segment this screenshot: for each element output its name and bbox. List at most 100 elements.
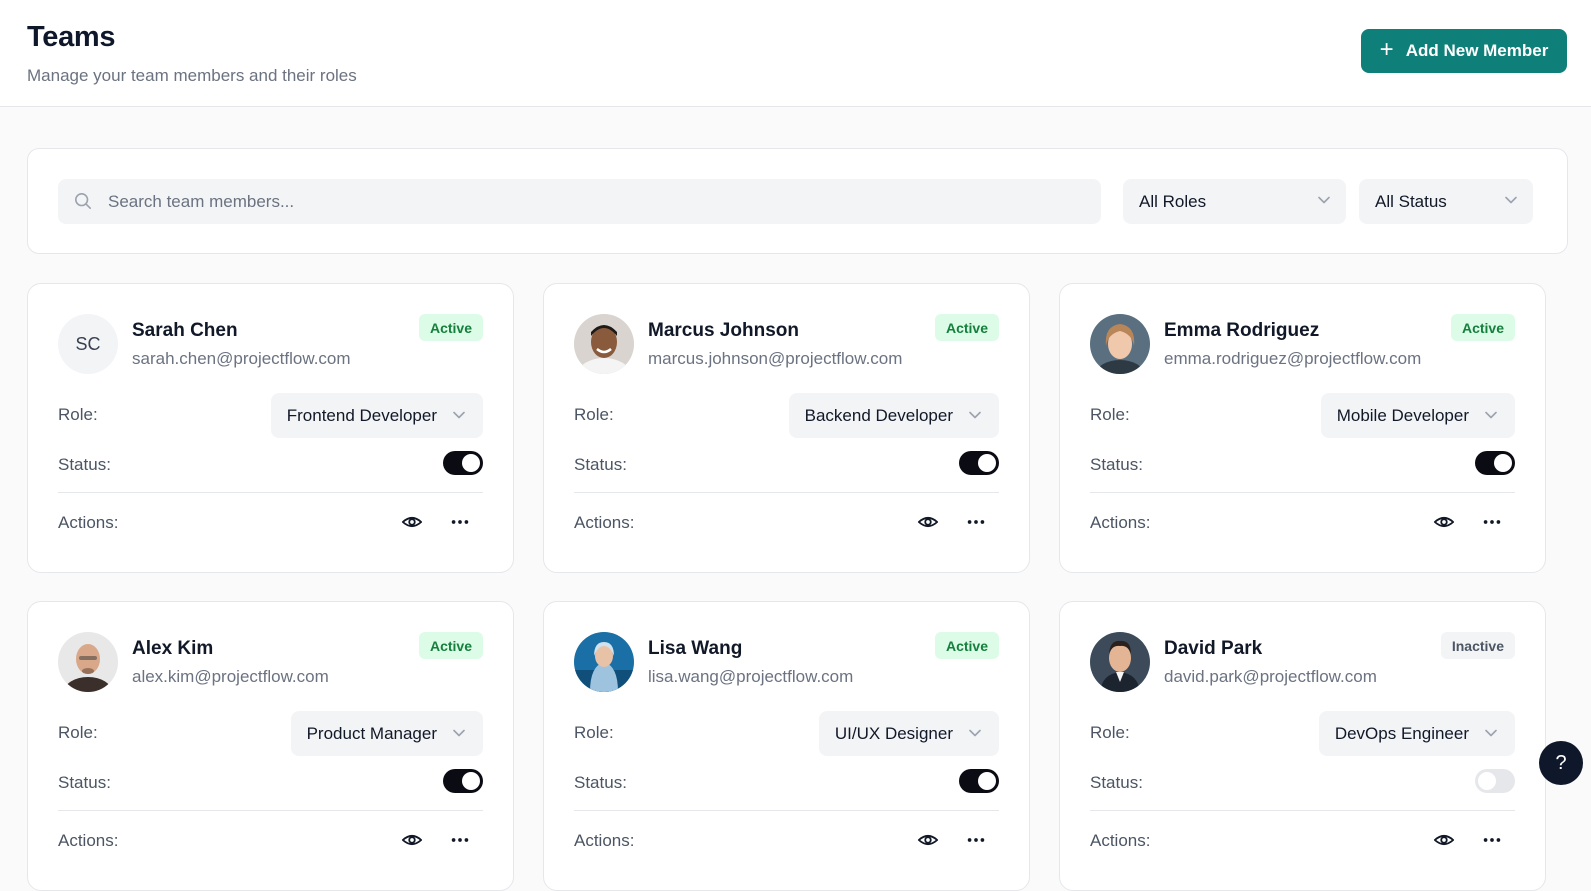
role-filter-value: All Roles <box>1139 191 1207 211</box>
avatar <box>58 632 118 692</box>
member-name: Marcus Johnson <box>648 320 799 341</box>
member-name: Lisa Wang <box>648 638 743 659</box>
avatar <box>574 314 634 374</box>
role-value: Mobile Developer <box>1336 405 1469 425</box>
page-header: Teams Manage your team members and their… <box>0 0 1591 107</box>
role-value: UI/UX Designer <box>834 723 953 743</box>
add-new-member-label: Add New Member <box>1405 41 1549 60</box>
status-toggle[interactable] <box>959 769 999 793</box>
status-filter-select[interactable]: All Status <box>1359 179 1533 224</box>
status-toggle[interactable] <box>1475 769 1515 793</box>
chevron-down-icon <box>1318 196 1330 204</box>
role-label: Role: <box>58 723 98 742</box>
filter-panel: All Roles All Status <box>27 148 1568 254</box>
status-badge: Active <box>418 632 483 659</box>
member-email: david.park@projectflow.com <box>1164 667 1377 686</box>
actions-label: Actions: <box>1090 513 1151 532</box>
search-box[interactable] <box>58 179 1101 224</box>
status-filter-value: All Status <box>1375 191 1447 211</box>
chevron-down-icon <box>969 729 981 737</box>
role-select[interactable]: Mobile Developer <box>1320 393 1515 438</box>
role-select[interactable]: Frontend Developer <box>270 393 483 438</box>
divider <box>1090 810 1515 811</box>
role-label: Role: <box>574 405 614 424</box>
actions-label: Actions: <box>58 831 119 850</box>
search-icon <box>74 192 92 210</box>
role-value: Product Manager <box>306 723 437 743</box>
view-eye-icon[interactable] <box>917 511 939 533</box>
view-eye-icon[interactable] <box>1433 829 1455 851</box>
member-card: Marcus Johnson marcus.johnson@projectflow… <box>543 283 1030 573</box>
member-name: David Park <box>1164 638 1263 659</box>
avatar: SC <box>58 314 118 374</box>
divider <box>1090 492 1515 493</box>
chevron-down-icon <box>453 729 465 737</box>
chevron-down-icon <box>1505 196 1517 204</box>
search-input[interactable] <box>108 179 1068 224</box>
more-options-icon[interactable] <box>449 829 471 851</box>
member-email: emma.rodriguez@projectflow.com <box>1164 349 1422 368</box>
actions-label: Actions: <box>1090 831 1151 850</box>
status-badge: Active <box>934 632 999 659</box>
avatar <box>1090 314 1150 374</box>
divider <box>574 492 999 493</box>
more-options-icon[interactable] <box>965 511 987 533</box>
role-select[interactable]: Product Manager <box>290 711 483 756</box>
role-filter-select[interactable]: All Roles <box>1123 179 1346 224</box>
status-label: Status: <box>58 455 111 474</box>
member-email: marcus.johnson@projectflow.com <box>648 349 903 368</box>
status-label: Status: <box>58 773 111 792</box>
more-options-icon[interactable] <box>449 511 471 533</box>
role-select[interactable]: Backend Developer <box>788 393 999 438</box>
view-eye-icon[interactable] <box>401 511 423 533</box>
member-name: Alex Kim <box>132 638 214 659</box>
divider <box>574 810 999 811</box>
add-new-member-button[interactable]: + Add New Member <box>1361 29 1567 73</box>
status-badge: Active <box>418 314 483 341</box>
status-label: Status: <box>1090 773 1143 792</box>
role-value: Frontend Developer <box>286 405 437 425</box>
member-email: lisa.wang@projectflow.com <box>648 667 854 686</box>
role-label: Role: <box>574 723 614 742</box>
member-email: sarah.chen@projectflow.com <box>132 349 351 368</box>
divider <box>58 492 483 493</box>
view-eye-icon[interactable] <box>917 829 939 851</box>
view-eye-icon[interactable] <box>1433 511 1455 533</box>
divider <box>58 810 483 811</box>
member-email: alex.kim@projectflow.com <box>132 667 329 686</box>
role-select[interactable]: DevOps Engineer <box>1318 711 1515 756</box>
member-card: David Park david.park@projectflow.com Inac… <box>1059 601 1546 891</box>
avatar <box>1090 632 1150 692</box>
status-label: Status: <box>1090 455 1143 474</box>
role-value: DevOps Engineer <box>1334 723 1469 743</box>
view-eye-icon[interactable] <box>401 829 423 851</box>
status-badge: Inactive <box>1440 632 1515 659</box>
more-options-icon[interactable] <box>1481 511 1503 533</box>
role-value: Backend Developer <box>804 405 953 425</box>
actions-label: Actions: <box>574 513 635 532</box>
member-card: SC Sarah Chen sarah.chen@projectflow.com Ac… <box>27 283 514 573</box>
more-options-icon[interactable] <box>1481 829 1503 851</box>
status-toggle[interactable] <box>959 451 999 475</box>
actions-label: Actions: <box>58 513 119 532</box>
status-toggle[interactable] <box>1475 451 1515 475</box>
page-title: Teams <box>27 21 116 53</box>
help-button[interactable]: ? <box>1539 741 1583 785</box>
status-label: Status: <box>574 773 627 792</box>
chevron-down-icon <box>969 411 981 419</box>
status-toggle[interactable] <box>443 451 483 475</box>
member-card: Alex Kim alex.kim@projectflow.com Active Ro… <box>27 601 514 891</box>
more-options-icon[interactable] <box>965 829 987 851</box>
role-label: Role: <box>1090 723 1130 742</box>
status-toggle[interactable] <box>443 769 483 793</box>
member-card: Lisa Wang lisa.wang@projectflow.com Active… <box>543 601 1030 891</box>
avatar-initials: SC <box>75 333 101 354</box>
role-label: Role: <box>58 405 98 424</box>
status-badge: Active <box>934 314 999 341</box>
role-label: Role: <box>1090 405 1130 424</box>
actions-label: Actions: <box>574 831 635 850</box>
avatar <box>574 632 634 692</box>
status-label: Status: <box>574 455 627 474</box>
role-select[interactable]: UI/UX Designer <box>818 711 999 756</box>
chevron-down-icon <box>453 411 465 419</box>
